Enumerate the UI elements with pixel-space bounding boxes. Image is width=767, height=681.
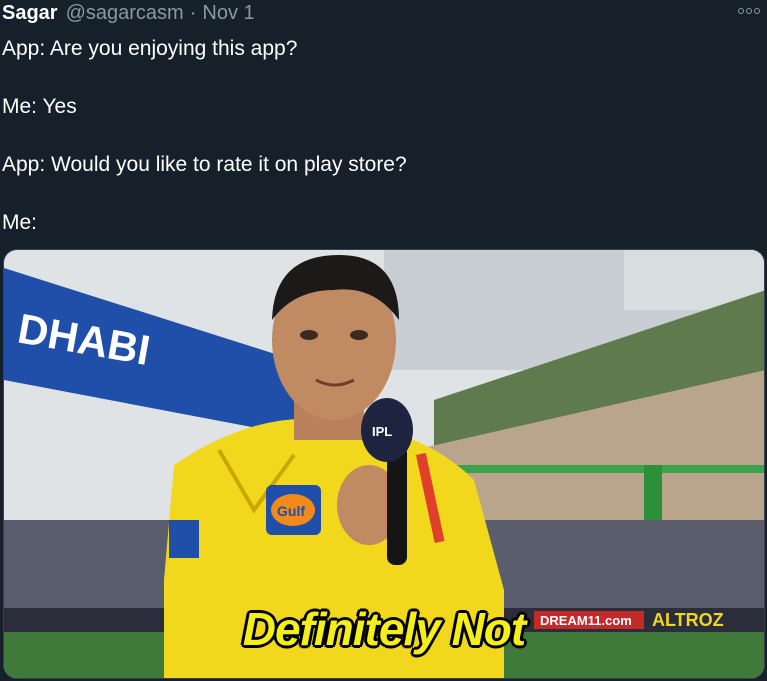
more-dot bbox=[754, 8, 760, 14]
tweet-date[interactable]: Nov 1 bbox=[202, 2, 254, 25]
tweet-line: App: Would you like to rate it on play s… bbox=[2, 153, 407, 176]
tweet-header: Sagar @sagarcasm · Nov 1 bbox=[2, 2, 255, 26]
more-horizontal-icon[interactable] bbox=[737, 4, 761, 18]
eye-right bbox=[350, 330, 368, 340]
sleeve-patch bbox=[169, 520, 199, 558]
tweet-line: Me: bbox=[2, 211, 38, 234]
author-name[interactable]: Sagar bbox=[2, 2, 58, 25]
mic-logo: IPL bbox=[372, 424, 392, 439]
more-dot bbox=[746, 8, 752, 14]
tweet-line: App: Are you enjoying this app? bbox=[2, 37, 298, 60]
railing-post bbox=[644, 465, 662, 520]
tweet-line: Me: Yes bbox=[2, 95, 77, 118]
eye-left bbox=[300, 330, 318, 340]
tweet-text: App: Are you enjoying this app? Me: Yes … bbox=[2, 34, 407, 266]
railing bbox=[434, 465, 764, 473]
separator-dot: · bbox=[189, 2, 197, 24]
tweet-media-image[interactable]: DHABI DREAM11.com ALTROZ Gulf IPL Defini… bbox=[3, 249, 765, 679]
meme-caption: Definitely Not bbox=[242, 603, 526, 655]
gulf-logo-text: Gulf bbox=[277, 503, 305, 519]
author-handle[interactable]: @sagarcasm bbox=[66, 2, 184, 25]
mic-handle bbox=[387, 445, 407, 565]
more-dot bbox=[738, 8, 744, 14]
